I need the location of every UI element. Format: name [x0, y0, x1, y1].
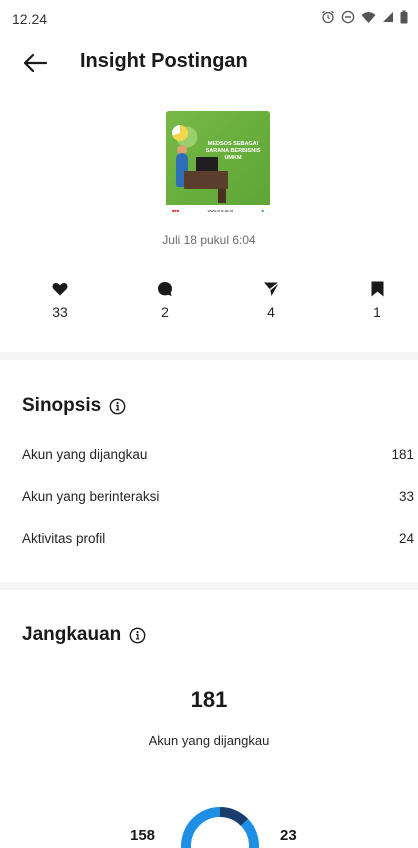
list-item[interactable]: Akun yang berinteraksi 33 — [22, 489, 414, 509]
comments-stat: 2 — [145, 280, 185, 320]
bookmark-icon — [371, 281, 383, 297]
comment-icon — [158, 282, 172, 296]
section-divider — [0, 582, 418, 590]
followers-value: 158 — [130, 827, 156, 844]
post-date: Juli 18 pukul 6:04 — [162, 233, 256, 247]
back-button[interactable] — [20, 48, 50, 78]
reach-donut-chart: 158 23 — [0, 800, 418, 848]
list-item[interactable]: Akun yang dijangkau 181 — [22, 447, 414, 467]
logo-graphic: ■ — [261, 207, 264, 213]
wifi-icon — [361, 11, 376, 23]
list-item[interactable]: Aktivitas profil 24 — [22, 531, 414, 551]
heart-icon — [52, 282, 68, 296]
reach-caption: Akun yang dijangkau — [148, 733, 270, 748]
row-value: 33 — [398, 489, 414, 504]
engagement-stats: 33 2 4 1 — [0, 280, 418, 324]
arrow-left-icon — [23, 53, 48, 73]
saves-stat: 1 — [357, 280, 397, 320]
jangkauan-heading: Jangkauan — [22, 624, 146, 646]
row-value: 181 — [391, 447, 414, 462]
info-icon[interactable] — [109, 398, 126, 415]
send-icon — [263, 281, 279, 296]
row-label: Akun yang berinteraksi — [22, 489, 160, 504]
post-thumbnail[interactable]: MEDSOS SEBAGAI SARANA BERBISNIS UMKM ■■■… — [166, 111, 270, 215]
thumbnail-text-line: SARANA BERBISNIS — [205, 148, 261, 154]
alarm-icon — [322, 10, 334, 24]
desk-graphic — [184, 171, 228, 189]
sinopsis-heading: Sinopsis — [22, 395, 126, 417]
signal-icon — [383, 12, 393, 22]
status-icons — [321, 10, 408, 24]
shares-count: 4 — [267, 304, 275, 320]
donut-svg — [181, 807, 259, 848]
section-divider — [0, 352, 418, 360]
status-time: 12.24 — [12, 11, 48, 27]
sinopsis-title: Sinopsis — [22, 395, 102, 416]
header: Insight Postingan — [0, 44, 418, 80]
non-followers-arc — [219, 807, 248, 826]
non-followers-value: 23 — [280, 827, 297, 844]
likes-count: 33 — [52, 304, 68, 320]
saves-count: 1 — [373, 304, 381, 320]
status-bar: 12.24 — [0, 0, 418, 36]
thumbnail-text: MEDSOS SEBAGAI SARANA BERBISNIS UMKM — [202, 141, 264, 162]
do-not-disturb-icon — [341, 10, 355, 24]
page-title: Insight Postingan — [80, 50, 248, 72]
row-label: Aktivitas profil — [22, 531, 106, 546]
thumbnail-text-line: UMKM — [224, 155, 242, 161]
jangkauan-title: Jangkauan — [22, 624, 122, 645]
shares-stat: 4 — [251, 280, 291, 320]
social-icons-graphic: ■■■ — [172, 207, 180, 213]
row-label: Akun yang dijangkau — [22, 447, 148, 462]
likes-stat: 33 — [40, 280, 80, 320]
row-value: 24 — [398, 531, 414, 546]
info-icon[interactable] — [129, 627, 146, 644]
desk-leg-graphic — [218, 189, 226, 203]
reach-total: 181 — [190, 687, 228, 712]
thumbnail-text-line: MEDSOS SEBAGAI — [207, 141, 259, 147]
pie-chart-graphic — [172, 125, 188, 141]
thumbnail-footer-url: www.uns.ac.id — [207, 207, 234, 213]
battery-icon — [400, 10, 408, 24]
thumbnail-footer: ■■■ www.uns.ac.id ■ — [166, 205, 270, 215]
comments-count: 2 — [161, 304, 169, 320]
